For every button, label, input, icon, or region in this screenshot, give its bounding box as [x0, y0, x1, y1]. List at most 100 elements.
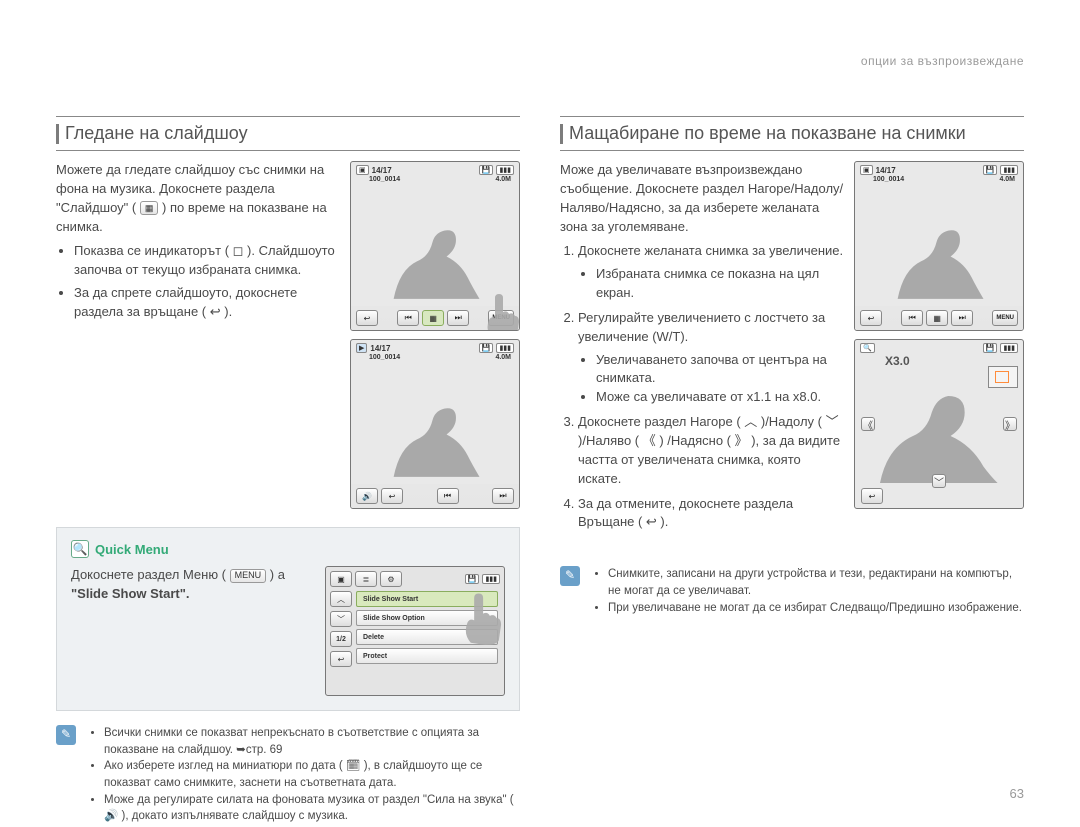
- right-text: Може да увеличавате възпроизвеждано съоб…: [560, 161, 844, 538]
- quick-menu-icon: 🔍: [71, 540, 89, 558]
- return-button[interactable]: ↩: [861, 488, 883, 504]
- camera-slideshow-top: ▣ 14/17 💾 ▮▮▮ 100_0014 4.0M ↩: [350, 161, 520, 331]
- prev-button[interactable]: ⏮: [901, 310, 923, 326]
- left-notes: ✎ Всички снимки се показват непрекъснато…: [56, 725, 520, 825]
- battery-icon: ▮▮▮: [496, 343, 514, 353]
- right-note-2: При увеличаване не могат да се избират С…: [608, 600, 1024, 617]
- next-button[interactable]: ⏭: [492, 488, 514, 504]
- step-2-sub-a: Увеличаването започва от центъра на сним…: [596, 351, 844, 389]
- camera-menu-screen: ▣ ≣ ⚙ 💾 ▮▮▮ ︿ ﹀ 1/2: [325, 566, 505, 696]
- menu-button[interactable]: MENU: [488, 310, 514, 326]
- volume-button[interactable]: 🔊: [356, 488, 378, 504]
- cam3-index: 14/17: [876, 166, 896, 175]
- photo-silhouette: [855, 184, 1023, 308]
- return-button[interactable]: ↩: [356, 310, 378, 326]
- heading-bar-icon: [560, 124, 563, 144]
- left-bullet-1: Показва се индикаторът ( ◻ ). Слайдшоуто…: [74, 242, 340, 280]
- left-intro: Можете да гледате слайдшоу със снимки на…: [56, 161, 340, 509]
- right-heading: Мащабиране по време на показване на сним…: [560, 116, 1024, 151]
- battery-icon: ▮▮▮: [496, 165, 514, 175]
- prev-button[interactable]: ⏮: [437, 488, 459, 504]
- slideshow-icon: ▦: [140, 201, 159, 215]
- cam2-size: 4.0M: [495, 354, 511, 361]
- step-2-text: Регулирайте увеличението с лостчето за у…: [578, 310, 825, 344]
- step-2-sub-b: Може са увеличавате от x1.1 на x8.0.: [596, 388, 844, 407]
- menu-item[interactable]: Protect: [356, 648, 498, 664]
- photo-silhouette-zoom: [855, 370, 1023, 490]
- cam3-size: 4.0M: [999, 176, 1015, 183]
- camera-zoom-top: ▣ 14/17 💾 ▮▮▮ 100_0014 4.0M ↩: [854, 161, 1024, 331]
- left-note-3: Може да регулирате силата на фоновата му…: [104, 792, 520, 825]
- menu-button[interactable]: MENU: [992, 310, 1018, 326]
- menu-return-button[interactable]: ↩: [330, 651, 352, 667]
- qm-line1a: Докоснете раздел Меню (: [71, 567, 226, 582]
- return-button[interactable]: ↩: [860, 310, 882, 326]
- right-intro: Може да увеличавате възпроизвеждано съоб…: [560, 161, 844, 236]
- zoom-level: X3.0: [885, 354, 910, 368]
- cam2-index: 14/17: [370, 344, 390, 353]
- zoom-right-button[interactable]: 》: [1003, 417, 1017, 431]
- left-note-2: Ако изберете изглед на миниатюри по дата…: [104, 758, 520, 791]
- cam1-index: 14/17: [372, 166, 392, 175]
- sd-icon: 💾: [983, 165, 998, 175]
- scroll-up-button[interactable]: ︿: [330, 591, 352, 607]
- quick-menu-title: Quick Menu: [95, 542, 169, 557]
- play-indicator-icon: ▶: [356, 343, 367, 353]
- quick-menu-text: Докоснете раздел Меню ( MENU ) a "Slide …: [71, 566, 313, 696]
- next-button[interactable]: ⏭: [951, 310, 973, 326]
- play-button[interactable]: ▦: [422, 310, 444, 326]
- sd-icon: 💾: [465, 574, 480, 584]
- zoom-down-button[interactable]: ﹀: [932, 474, 946, 488]
- page-number: 63: [1010, 786, 1024, 801]
- list-icon: ≣: [355, 571, 377, 587]
- right-note-1: Снимките, записани на други устройства и…: [608, 566, 1024, 599]
- step-4: За да отмените, докоснете раздела Връщан…: [578, 495, 844, 533]
- battery-icon: ▮▮▮: [1000, 343, 1018, 353]
- right-column: Мащабиране по време на показване на сним…: [560, 116, 1024, 825]
- step-2: Регулирайте увеличението с лостчето за у…: [578, 309, 844, 407]
- finger-pointer-icon: [454, 589, 510, 645]
- mode-icon: ▣: [330, 571, 352, 587]
- photo-silhouette: [351, 184, 519, 308]
- left-column: Гледане на слайдшоу Можете да гледате сл…: [56, 116, 520, 825]
- note-icon: ✎: [56, 725, 76, 745]
- cam2-folder: 100_0014: [369, 354, 400, 361]
- battery-icon: ▮▮▮: [1000, 165, 1018, 175]
- quick-menu-box: 🔍 Quick Menu Докоснете раздел Меню ( MEN…: [56, 527, 520, 711]
- step-1-sub: Избраната снимка се показна на цял екран…: [596, 265, 844, 303]
- left-note-1: Всички снимки се показват непрекъснато в…: [104, 725, 520, 758]
- menu-page-indicator: 1/2: [330, 631, 352, 647]
- return-button[interactable]: ↩: [381, 488, 403, 504]
- left-heading-text: Гледане на слайдшоу: [65, 123, 248, 144]
- sd-icon: 💾: [479, 343, 494, 353]
- page-category: опции за възпроизвеждане: [861, 54, 1024, 68]
- camera-slideshow-playing: ▶ 14/17 💾 ▮▮▮ 100_0014 4.0M �: [350, 339, 520, 509]
- step-1-text: Докоснете желаната снимка за увеличение.: [578, 243, 843, 258]
- next-button[interactable]: ⏭: [447, 310, 469, 326]
- heading-bar-icon: [56, 124, 59, 144]
- left-heading: Гледане на слайдшоу: [56, 116, 520, 151]
- qm-line1b: ) a: [270, 567, 285, 582]
- sd-icon: 💾: [983, 343, 998, 353]
- menu-pill-icon: MENU: [230, 569, 267, 583]
- right-heading-text: Мащабиране по време на показване на сним…: [569, 123, 966, 144]
- right-notes: ✎ Снимките, записани на други устройства…: [560, 566, 1024, 616]
- step-1: Докоснете желаната снимка за увеличение.…: [578, 242, 844, 303]
- cam1-size: 4.0M: [495, 176, 511, 183]
- cam3-folder: 100_0014: [873, 176, 904, 183]
- prev-button[interactable]: ⏮: [397, 310, 419, 326]
- cam1-folder: 100_0014: [369, 176, 400, 183]
- photo-silhouette: [351, 362, 519, 486]
- play-button[interactable]: ▦: [926, 310, 948, 326]
- qm-line2: "Slide Show Start".: [71, 586, 190, 601]
- camera-zoom-view: 🔍 💾 ▮▮▮ X3.0 《 》 ﹀ ↩: [854, 339, 1024, 509]
- gear-icon: ⚙: [380, 571, 402, 587]
- step-3: Докоснете раздел Нагоре ( ︿ )/Надолу ( ﹀…: [578, 413, 844, 488]
- mode-icon: ▣: [860, 165, 873, 175]
- magnify-icon: 🔍: [860, 343, 875, 353]
- zoom-left-button[interactable]: 《: [861, 417, 875, 431]
- scroll-down-button[interactable]: ﹀: [330, 611, 352, 627]
- battery-icon: ▮▮▮: [482, 574, 500, 584]
- left-bullet-2: За да спрете слайдшоуто, докоснете разде…: [74, 284, 340, 322]
- sd-icon: 💾: [479, 165, 494, 175]
